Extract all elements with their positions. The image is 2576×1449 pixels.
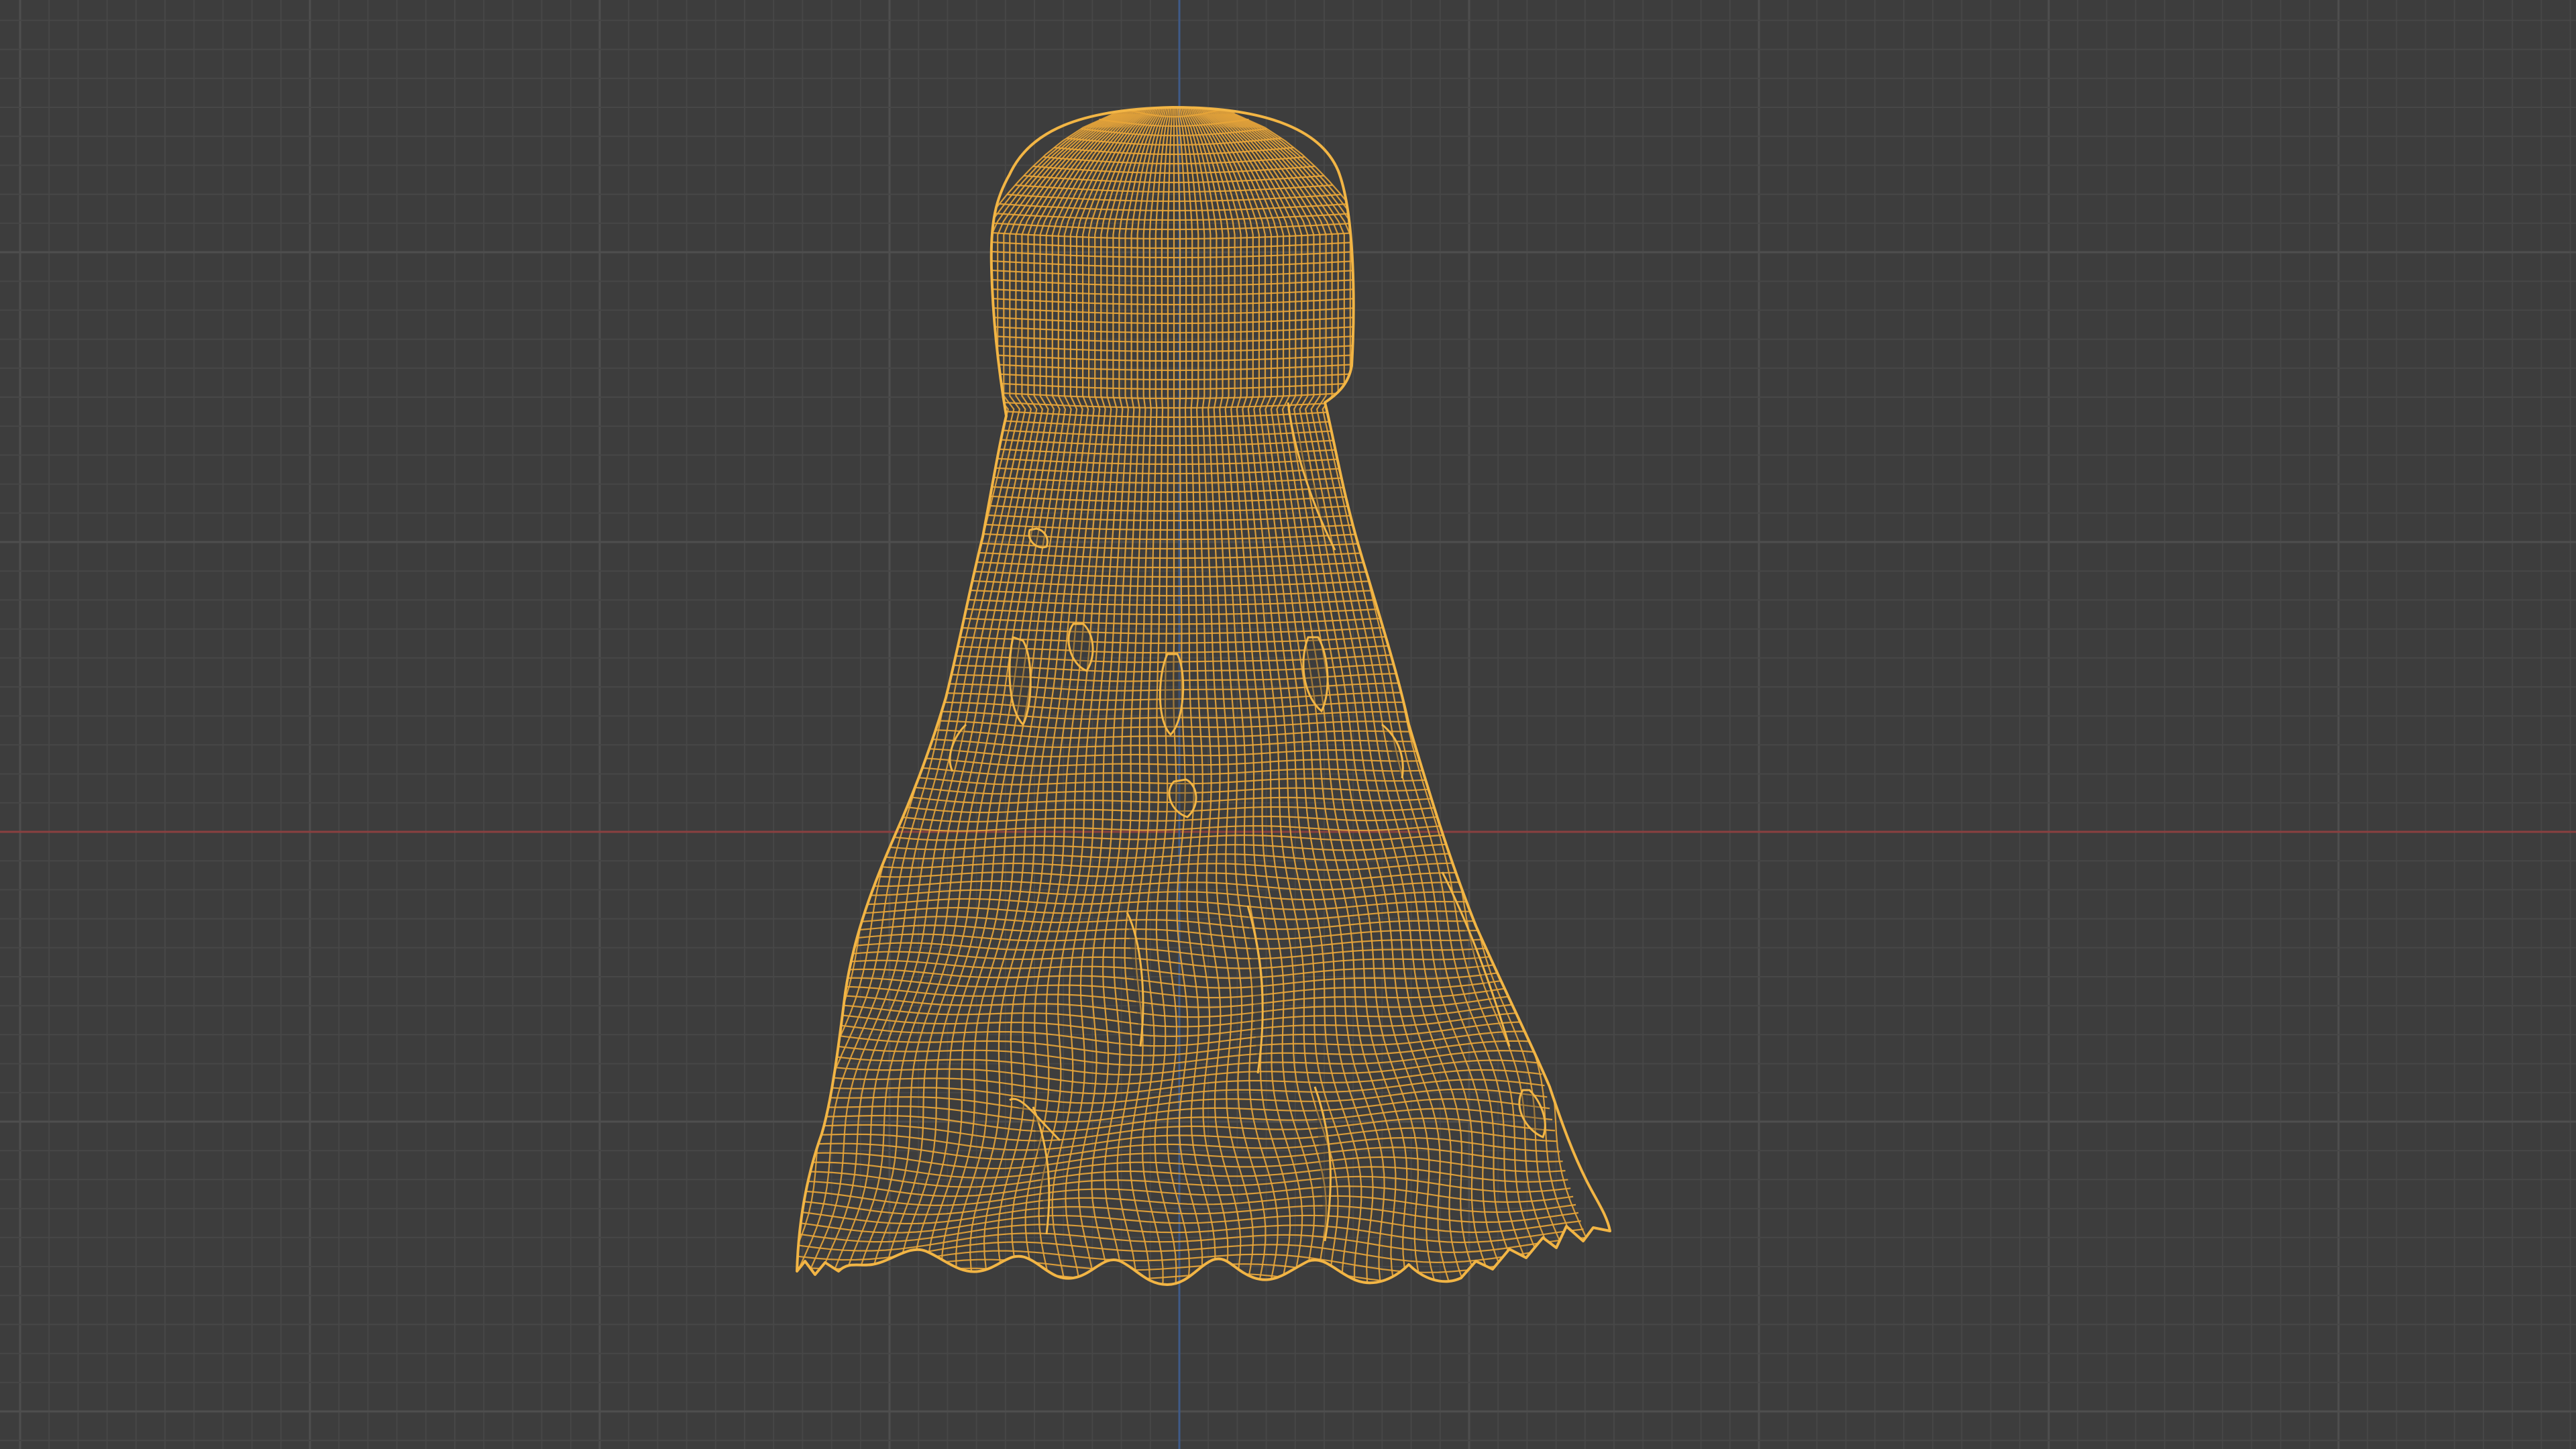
mesh-edge-loop xyxy=(871,843,1477,851)
mesh-edge-loop xyxy=(813,1040,1535,1066)
mesh-edge-loop xyxy=(878,814,1470,822)
viewport-canvas[interactable] xyxy=(0,0,2576,1449)
3d-viewport[interactable] xyxy=(0,0,2576,1449)
ghost-mesh[interactable] xyxy=(739,101,1611,1312)
mesh-edge-loop xyxy=(839,951,1509,969)
mesh-edge-loop xyxy=(1211,107,1541,1285)
mesh-edge-loop xyxy=(894,756,1454,767)
mesh-edge-loop xyxy=(797,1185,1574,1206)
mesh-edge-loop xyxy=(868,852,1480,861)
mesh-edge-loop xyxy=(897,747,1451,757)
mesh-edge-loop xyxy=(899,737,1449,749)
mesh-fold xyxy=(1008,636,1032,727)
mesh-edge-loop xyxy=(746,1286,1602,1313)
mesh-edge-loop xyxy=(1204,107,1469,1285)
mesh-edge-loop xyxy=(797,1156,1566,1179)
mesh-edge-loop xyxy=(797,107,1132,1285)
mesh-edge-loop xyxy=(797,1136,1560,1161)
mesh-fold xyxy=(1518,1089,1546,1138)
mesh-edge-loop xyxy=(797,1276,1599,1285)
